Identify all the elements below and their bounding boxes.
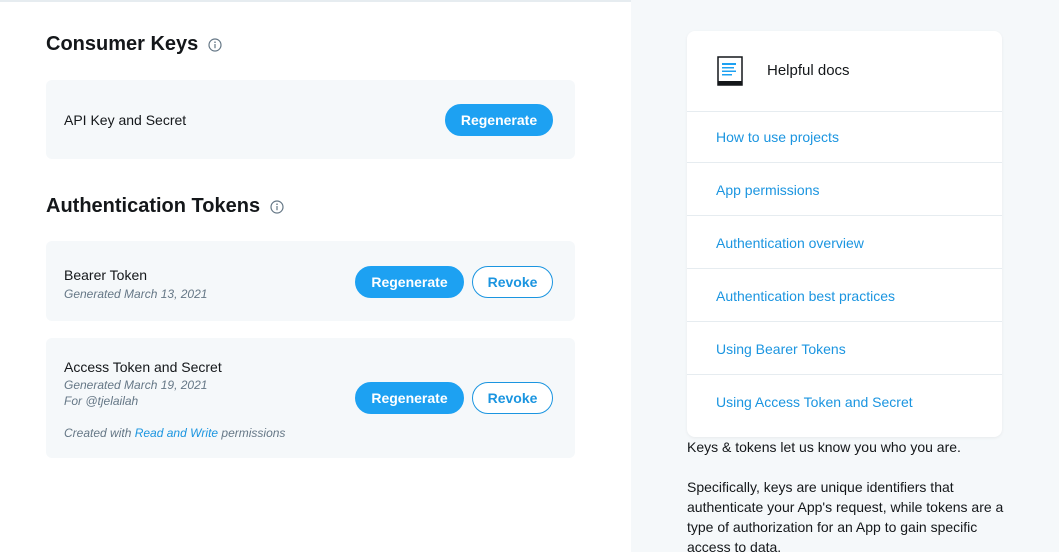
doc-link-how-to-use-projects[interactable]: How to use projects	[687, 111, 1002, 163]
bearer-revoke-button[interactable]: Revoke	[472, 266, 553, 298]
permissions-link[interactable]: Read and Write	[135, 426, 218, 440]
bearer-regenerate-button[interactable]: Regenerate	[355, 266, 464, 298]
access-token-card: Access Token and Secret Generated March …	[46, 338, 575, 458]
helpful-docs-title: Helpful docs	[767, 62, 850, 79]
helpful-docs-header: Helpful docs	[687, 31, 1002, 112]
api-key-card: API Key and Secret Regenerate	[46, 80, 575, 159]
doc-link-using-bearer-tokens[interactable]: Using Bearer Tokens	[687, 323, 1002, 375]
access-generated-date: Generated March 19, 2021	[64, 378, 208, 392]
consumer-keys-heading: Consumer Keys	[46, 33, 222, 56]
keys-tokens-intro: Keys & tokens let us know you who you ar…	[687, 439, 961, 455]
access-for-user: For @tjelailah	[64, 394, 139, 408]
permissions-prefix: Created with	[64, 426, 135, 440]
permissions-suffix: permissions	[218, 426, 286, 440]
access-regenerate-button[interactable]: Regenerate	[355, 382, 464, 414]
api-key-label: API Key and Secret	[64, 112, 187, 128]
auth-tokens-title: Authentication Tokens	[46, 195, 261, 217]
consumer-keys-title: Consumer Keys	[46, 33, 199, 55]
api-key-regenerate-button[interactable]: Regenerate	[445, 104, 553, 136]
doc-link-app-permissions[interactable]: App permissions	[687, 164, 1002, 216]
info-icon[interactable]	[208, 37, 222, 52]
bearer-token-label: Bearer Token	[64, 267, 148, 283]
doc-link-authentication-best-practices[interactable]: Authentication best practices	[687, 270, 1002, 322]
auth-tokens-heading: Authentication Tokens	[46, 195, 284, 218]
helpful-docs-panel: Helpful docs How to use projects App per…	[687, 31, 1002, 437]
keys-tokens-description: Specifically, keys are unique identifier…	[687, 479, 1004, 555]
document-icon	[717, 56, 743, 91]
access-permissions-note: Created with Read and Write permissions	[64, 426, 285, 440]
doc-link-authentication-overview[interactable]: Authentication overview	[687, 217, 1002, 269]
bearer-token-card: Bearer Token Generated March 13, 2021 Re…	[46, 241, 575, 321]
bearer-generated-date: Generated March 13, 2021	[64, 287, 208, 301]
access-revoke-button[interactable]: Revoke	[472, 382, 553, 414]
access-token-label: Access Token and Secret	[64, 359, 222, 375]
doc-link-using-access-token[interactable]: Using Access Token and Secret	[687, 376, 1002, 428]
info-icon[interactable]	[270, 199, 284, 214]
